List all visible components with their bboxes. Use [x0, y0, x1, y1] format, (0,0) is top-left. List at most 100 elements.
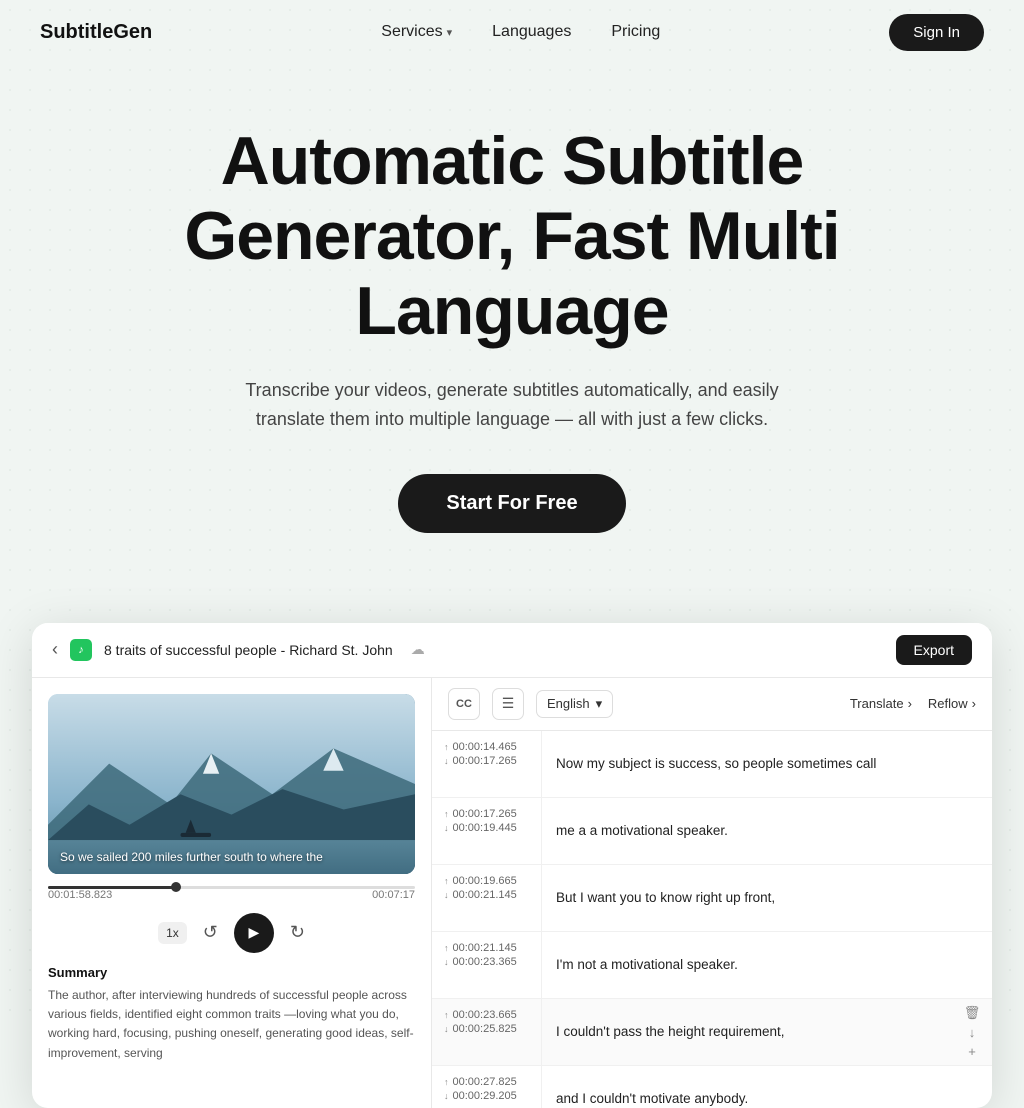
arrow-down-icon: ↓: [444, 957, 449, 967]
video-background-svg: [48, 694, 415, 874]
time-out: ↓ 00:00:21.145: [444, 889, 529, 901]
app-preview: ‹ ♪ 8 traits of successful people - Rich…: [32, 623, 992, 1108]
video-controls: 1x ↺ ▶ ↻: [48, 913, 415, 953]
subtitle-list: ↑ 00:00:14.465 ↓ 00:00:17.265 Now my sub…: [432, 731, 992, 1108]
chevron-right-icon: ›: [908, 696, 912, 711]
time-out: ↓ 00:00:19.445: [444, 822, 529, 834]
move-down-icon[interactable]: ↓: [969, 824, 976, 839]
subtitle-text[interactable]: Now my subject is success, so people som…: [542, 731, 952, 797]
back-button[interactable]: ‹: [52, 639, 58, 660]
forward-icon[interactable]: ↻: [290, 922, 305, 943]
play-button[interactable]: ▶: [234, 913, 274, 953]
chevron-down-icon: ▾: [596, 696, 603, 712]
time-col: ↑ 00:00:21.145 ↓ 00:00:23.365: [432, 932, 542, 998]
time-out: ↓ 00:00:29.205: [444, 1090, 529, 1102]
signin-button[interactable]: Sign In: [889, 14, 984, 51]
move-down-icon[interactable]: ↓: [969, 1092, 976, 1107]
start-free-button[interactable]: Start For Free: [398, 474, 625, 533]
nav-links: Services ▾ Languages Pricing: [381, 23, 660, 41]
arrow-down-icon: ↓: [444, 1091, 449, 1101]
chevron-right-icon: ›: [972, 696, 976, 711]
arrow-up-icon: ↑: [444, 742, 449, 752]
subtitle-row[interactable]: ↑ 00:00:19.665 ↓ 00:00:21.145 But I want…: [432, 865, 992, 932]
timeline-dot: [171, 882, 181, 892]
timeline-bar[interactable]: [48, 886, 415, 889]
subtitle-row[interactable]: ↑ 00:00:17.265 ↓ 00:00:19.445 me a a mot…: [432, 798, 992, 865]
time-col: ↑ 00:00:14.465 ↓ 00:00:17.265: [432, 731, 542, 797]
subtitle-row[interactable]: ↑ 00:00:23.665 ↓ 00:00:25.825 I couldn't…: [432, 999, 992, 1066]
time-in: ↑ 00:00:14.465: [444, 741, 529, 753]
app-title: 8 traits of successful people - Richard …: [104, 642, 393, 658]
time-total: 00:07:17: [372, 889, 415, 901]
delete-icon[interactable]: 🗑: [964, 871, 981, 887]
arrow-down-icon: ↓: [444, 823, 449, 833]
arrow-down-icon: ↓: [444, 756, 449, 766]
nav-services[interactable]: Services ▾: [381, 23, 452, 41]
add-icon[interactable]: +: [968, 977, 976, 992]
subtitle-text[interactable]: I'm not a motivational speaker.: [542, 932, 952, 998]
cc-icon-button[interactable]: CC: [448, 688, 480, 720]
row-actions: 🗑 ↓ +: [952, 999, 992, 1065]
subtitle-row[interactable]: ↑ 00:00:21.145 ↓ 00:00:23.365 I'm not a …: [432, 932, 992, 999]
list-icon-button[interactable]: ☰: [492, 688, 524, 720]
delete-icon[interactable]: 🗑: [964, 737, 981, 753]
subtitle-text[interactable]: and I couldn't motivate anybody.: [542, 1066, 952, 1108]
time-col: ↑ 00:00:27.825 ↓ 00:00:29.205: [432, 1066, 542, 1108]
time-in: ↑ 00:00:21.145: [444, 942, 529, 954]
subtitle-row[interactable]: ↑ 00:00:27.825 ↓ 00:00:29.205 and I coul…: [432, 1066, 992, 1108]
summary-text: The author, after interviewing hundreds …: [48, 986, 415, 1063]
delete-icon[interactable]: 🗑: [964, 938, 981, 954]
delete-icon[interactable]: 🗑: [964, 1005, 981, 1021]
move-down-icon[interactable]: ↓: [969, 891, 976, 906]
chevron-down-icon: ▾: [447, 26, 453, 39]
time-col: ↑ 00:00:17.265 ↓ 00:00:19.445: [432, 798, 542, 864]
subtitle-text[interactable]: But I want you to know right up front,: [542, 865, 952, 931]
speed-button[interactable]: 1x: [158, 922, 187, 944]
time-in: ↑ 00:00:27.825: [444, 1076, 529, 1088]
summary-title: Summary: [48, 965, 415, 980]
file-icon: ♪: [70, 639, 92, 661]
add-icon[interactable]: +: [968, 843, 976, 858]
arrow-down-icon: ↓: [444, 1024, 449, 1034]
translate-button[interactable]: Translate ›: [850, 696, 912, 711]
rewind-icon[interactable]: ↺: [203, 922, 218, 943]
cloud-icon: ☁: [411, 641, 425, 658]
move-down-icon[interactable]: ↓: [969, 757, 976, 772]
delete-icon[interactable]: 🗑: [964, 804, 981, 820]
nav-languages[interactable]: Languages: [492, 23, 571, 41]
add-icon[interactable]: +: [968, 1044, 976, 1059]
arrow-up-icon: ↑: [444, 809, 449, 819]
summary-section: Summary The author, after interviewing h…: [48, 965, 415, 1092]
subtitle-row[interactable]: ↑ 00:00:14.465 ↓ 00:00:17.265 Now my sub…: [432, 731, 992, 798]
time-in: ↑ 00:00:19.665: [444, 875, 529, 887]
delete-icon[interactable]: 🗑: [964, 1072, 981, 1088]
arrow-up-icon: ↑: [444, 876, 449, 886]
time-col: ↑ 00:00:23.665 ↓ 00:00:25.825: [432, 999, 542, 1065]
hero-title: Automatic Subtitle Generator, Fast Multi…: [102, 124, 922, 348]
language-label: English: [547, 696, 590, 711]
move-down-icon[interactable]: ↓: [969, 1025, 976, 1040]
subtitle-text[interactable]: I couldn't pass the height requirement,: [542, 999, 952, 1065]
navbar: SubtitleGen Services ▾ Languages Pricing…: [0, 0, 1024, 64]
arrow-down-icon: ↓: [444, 890, 449, 900]
move-down-icon[interactable]: ↓: [969, 958, 976, 973]
add-icon[interactable]: +: [968, 776, 976, 791]
timeline-progress: [48, 886, 176, 889]
left-panel: So we sailed 200 miles further south to …: [32, 678, 432, 1108]
subtitle-text[interactable]: me a a motivational speaker.: [542, 798, 952, 864]
video-thumbnail[interactable]: So we sailed 200 miles further south to …: [48, 694, 415, 874]
video-timeline[interactable]: [48, 886, 415, 889]
language-select[interactable]: English ▾: [536, 690, 613, 718]
add-icon[interactable]: +: [968, 910, 976, 925]
app-toolbar: ‹ ♪ 8 traits of successful people - Rich…: [32, 623, 992, 678]
time-out: ↓ 00:00:17.265: [444, 755, 529, 767]
arrow-up-icon: ↑: [444, 1010, 449, 1020]
time-out: ↓ 00:00:23.365: [444, 956, 529, 968]
export-button[interactable]: Export: [896, 635, 972, 665]
reflow-button[interactable]: Reflow ›: [928, 696, 976, 711]
nav-pricing[interactable]: Pricing: [611, 23, 660, 41]
logo[interactable]: SubtitleGen: [40, 21, 152, 44]
list-icon: ☰: [502, 695, 515, 712]
time-in: ↑ 00:00:23.665: [444, 1009, 529, 1021]
video-caption: So we sailed 200 miles further south to …: [60, 850, 403, 864]
